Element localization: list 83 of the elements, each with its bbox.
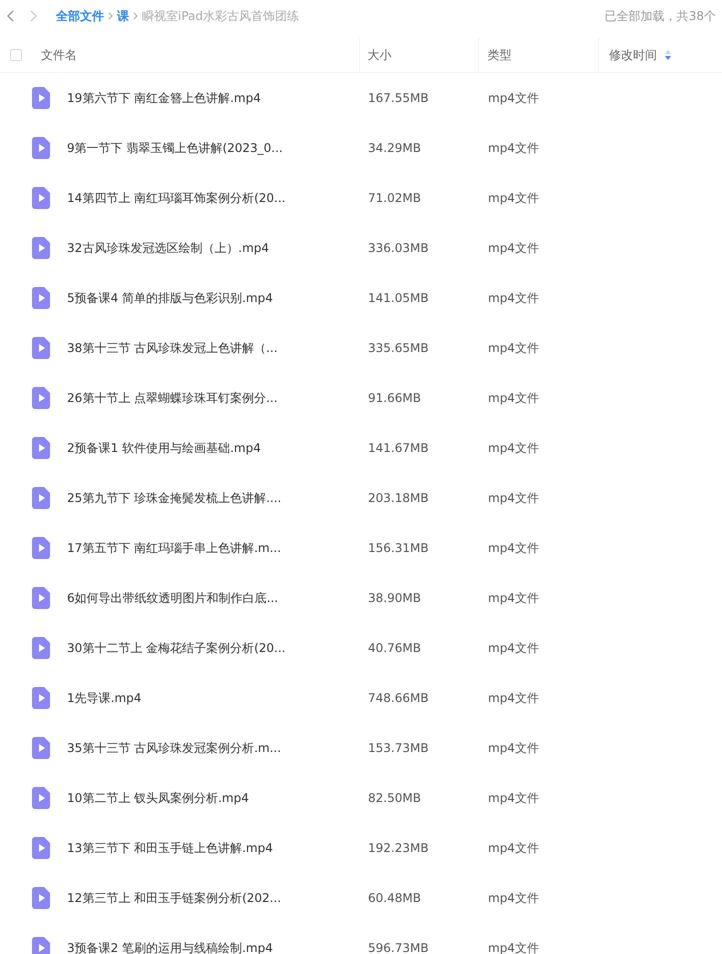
video-file-icon	[32, 87, 50, 109]
file-type: mp4文件	[488, 140, 539, 156]
file-size: 153.73MB	[368, 741, 430, 755]
sort-icon[interactable]	[665, 50, 672, 60]
file-type: mp4文件	[488, 690, 539, 706]
file-name[interactable]: 14第四节上 南红玛瑙耳饰案例分析(20...	[67, 190, 368, 206]
video-file-icon	[32, 687, 50, 709]
file-name[interactable]: 9第一节下 翡翠玉镯上色讲解(2023_0...	[67, 140, 368, 156]
file-name[interactable]: 13第三节下 和田玉手链上色讲解.mp4	[67, 840, 368, 856]
file-size: 141.67MB	[368, 441, 430, 455]
video-file-icon	[32, 487, 50, 509]
file-size: 336.03MB	[368, 241, 430, 255]
file-name[interactable]: 6如何导出带纸纹透明图片和制作白底...	[67, 590, 368, 606]
file-name[interactable]: 26第十节上 点翠蝴蝶珍珠耳钉案例分...	[67, 390, 368, 406]
file-type: mp4文件	[488, 190, 539, 206]
video-file-icon	[32, 837, 50, 859]
column-header[interactable]: 类型	[487, 46, 512, 64]
file-size: 141.05MB	[368, 291, 430, 305]
chevron-icon	[133, 12, 138, 20]
file-name[interactable]: 30第十二节上 金梅花结子案例分析(20...	[67, 640, 368, 656]
file-size: 156.31MB	[368, 541, 430, 555]
forward-icon[interactable]	[30, 10, 38, 22]
video-file-icon	[32, 887, 50, 909]
video-file-icon	[32, 237, 50, 259]
file-type: mp4文件	[488, 590, 539, 606]
file-size: 60.48MB	[368, 891, 422, 905]
file-type: mp4文件	[488, 440, 539, 456]
file-name[interactable]: 3预备课2 笔刷的运用与线稿绘制.mp4	[67, 940, 368, 954]
file-name[interactable]: 12第三节上 和田玉手链案例分析(202...	[67, 890, 368, 906]
file-name[interactable]: 25第九节下 珍珠金掩鬓发梳上色讲解....	[67, 490, 368, 506]
file-name[interactable]: 19第六节下 南红金簪上色讲解.mp4	[67, 90, 368, 106]
file-name[interactable]: 17第五节下 南红玛瑙手串上色讲解.m...	[67, 540, 368, 556]
file-name[interactable]: 35第十三节 古风珍珠发冠案例分析.m...	[67, 740, 368, 756]
file-type: mp4文件	[488, 490, 539, 506]
file-size: 192.23MB	[368, 841, 430, 855]
file-type: mp4文件	[488, 90, 539, 106]
file-size: 335.65MB	[368, 341, 430, 355]
video-file-icon	[32, 137, 50, 159]
file-type: mp4文件	[488, 790, 539, 806]
breadcrumb-current: 瞬视室iPad水彩古风首饰团练	[142, 8, 300, 24]
file-size: 596.73MB	[368, 941, 430, 954]
video-file-icon	[32, 387, 50, 409]
file-size: 38.90MB	[368, 591, 422, 605]
video-file-icon	[32, 287, 50, 309]
file-size: 203.18MB	[368, 491, 430, 505]
video-file-icon	[32, 437, 50, 459]
video-file-icon	[32, 737, 50, 759]
back-icon[interactable]	[6, 10, 14, 22]
file-name[interactable]: 2预备课1 软件使用与绘画基础.mp4	[67, 440, 368, 456]
file-type: mp4文件	[488, 890, 539, 906]
file-size: 167.55MB	[368, 91, 430, 105]
video-file-icon	[32, 337, 50, 359]
file-type: mp4文件	[488, 240, 539, 256]
video-file-icon	[32, 637, 50, 659]
file-size: 82.50MB	[368, 791, 422, 805]
file-type: mp4文件	[488, 340, 539, 356]
video-file-icon	[32, 587, 50, 609]
column-header[interactable]: 修改时间	[609, 46, 658, 64]
file-size: 748.66MB	[368, 691, 430, 705]
file-name[interactable]: 1先导课.mp4	[67, 690, 368, 706]
file-size: 91.66MB	[368, 391, 422, 405]
file-name[interactable]: 10第二节上 钗头凤案例分析.mp4	[67, 790, 368, 806]
file-name[interactable]: 5预备课4 简单的排版与色彩识别.mp4	[67, 290, 368, 306]
file-type: mp4文件	[488, 390, 539, 406]
video-file-icon	[32, 187, 50, 209]
file-name[interactable]: 38第十三节 古风珍珠发冠上色讲解（...	[67, 340, 368, 356]
file-name[interactable]: 32古风珍珠发冠选区绘制（上）.mp4	[67, 240, 368, 256]
select-all-checkbox[interactable]	[10, 49, 22, 61]
chevron-icon	[108, 12, 113, 20]
file-type: mp4文件	[488, 290, 539, 306]
video-file-icon	[32, 787, 50, 809]
load-status: 已全部加载，共38个	[604, 8, 716, 24]
file-size: 34.29MB	[368, 141, 422, 155]
file-size: 40.76MB	[368, 641, 422, 655]
file-type: mp4文件	[488, 840, 539, 856]
file-type: mp4文件	[488, 740, 539, 756]
file-type: mp4文件	[488, 540, 539, 556]
file-type: mp4文件	[488, 940, 539, 954]
file-type: mp4文件	[488, 640, 539, 656]
column-header[interactable]: 大小	[368, 46, 392, 64]
file-size: 71.02MB	[368, 191, 422, 205]
video-file-icon	[32, 537, 50, 559]
column-header[interactable]: 文件名	[40, 46, 77, 64]
